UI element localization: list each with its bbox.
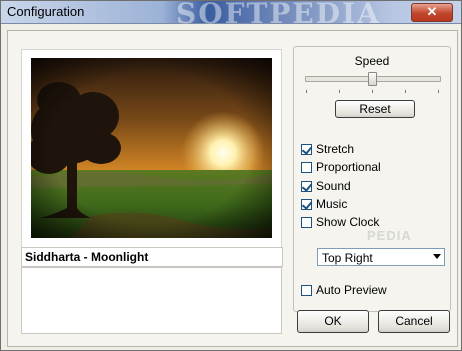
proportional-checkbox[interactable]: Proportional	[301, 159, 381, 175]
checkbox-box[interactable]	[301, 284, 312, 296]
speed-slider-thumb[interactable]	[368, 72, 377, 86]
close-button[interactable]: ✕	[411, 3, 453, 22]
softpedia-watermark: SOFTPEDIA	[176, 0, 381, 30]
checkbox-label: Music	[316, 197, 348, 211]
speed-label: Speed	[354, 54, 390, 68]
ok-button[interactable]: OK	[297, 310, 369, 333]
checkbox-box[interactable]	[301, 161, 312, 173]
slider-tick	[306, 90, 307, 93]
checkbox-box[interactable]	[301, 198, 312, 210]
auto-preview-checkbox[interactable]: Auto Preview	[301, 282, 387, 298]
preview-frame	[21, 49, 282, 248]
reset-button[interactable]: Reset	[335, 100, 415, 118]
song-title: Siddharta - Moonlight	[21, 247, 283, 267]
configuration-window: Configuration SOFTPEDIA ✕ Siddharta - Mo…	[0, 0, 462, 351]
slider-tick	[438, 90, 439, 93]
stretch-checkbox[interactable]: Stretch	[301, 141, 354, 157]
checkbox-box[interactable]	[301, 143, 312, 155]
title-bar[interactable]: Configuration SOFTPEDIA ✕	[1, 0, 461, 30]
softpedia-watermark-faint: PEDIA	[367, 228, 412, 243]
clock-position-dropdown[interactable]: Top Right	[317, 248, 445, 266]
music-checkbox[interactable]: Music	[301, 196, 347, 212]
checkbox-label: Stretch	[316, 142, 355, 156]
checkbox-box[interactable]	[301, 180, 312, 192]
checkbox-label: Sound	[316, 179, 351, 193]
preview-image	[31, 58, 272, 238]
slider-tick	[405, 90, 406, 93]
close-icon: ✕	[426, 4, 438, 19]
checkbox-box[interactable]	[301, 216, 312, 228]
settings-panel: Speed Reset Stretch Proportional Sound M…	[293, 46, 451, 312]
slider-tick	[339, 90, 340, 93]
chevron-down-icon	[433, 254, 441, 259]
checkbox-label: Proportional	[316, 160, 381, 174]
dialog-body: Siddharta - Moonlight Speed Reset Stretc…	[7, 30, 458, 347]
window-title: Configuration	[7, 4, 85, 19]
slider-tick	[372, 90, 373, 93]
sound-checkbox[interactable]: Sound	[301, 178, 351, 194]
info-box	[21, 267, 282, 334]
dropdown-value: Top Right	[322, 251, 373, 265]
cancel-button[interactable]: Cancel	[378, 310, 450, 333]
checkbox-label: Auto Preview	[316, 283, 387, 297]
checkbox-label: Show Clock	[316, 215, 380, 229]
